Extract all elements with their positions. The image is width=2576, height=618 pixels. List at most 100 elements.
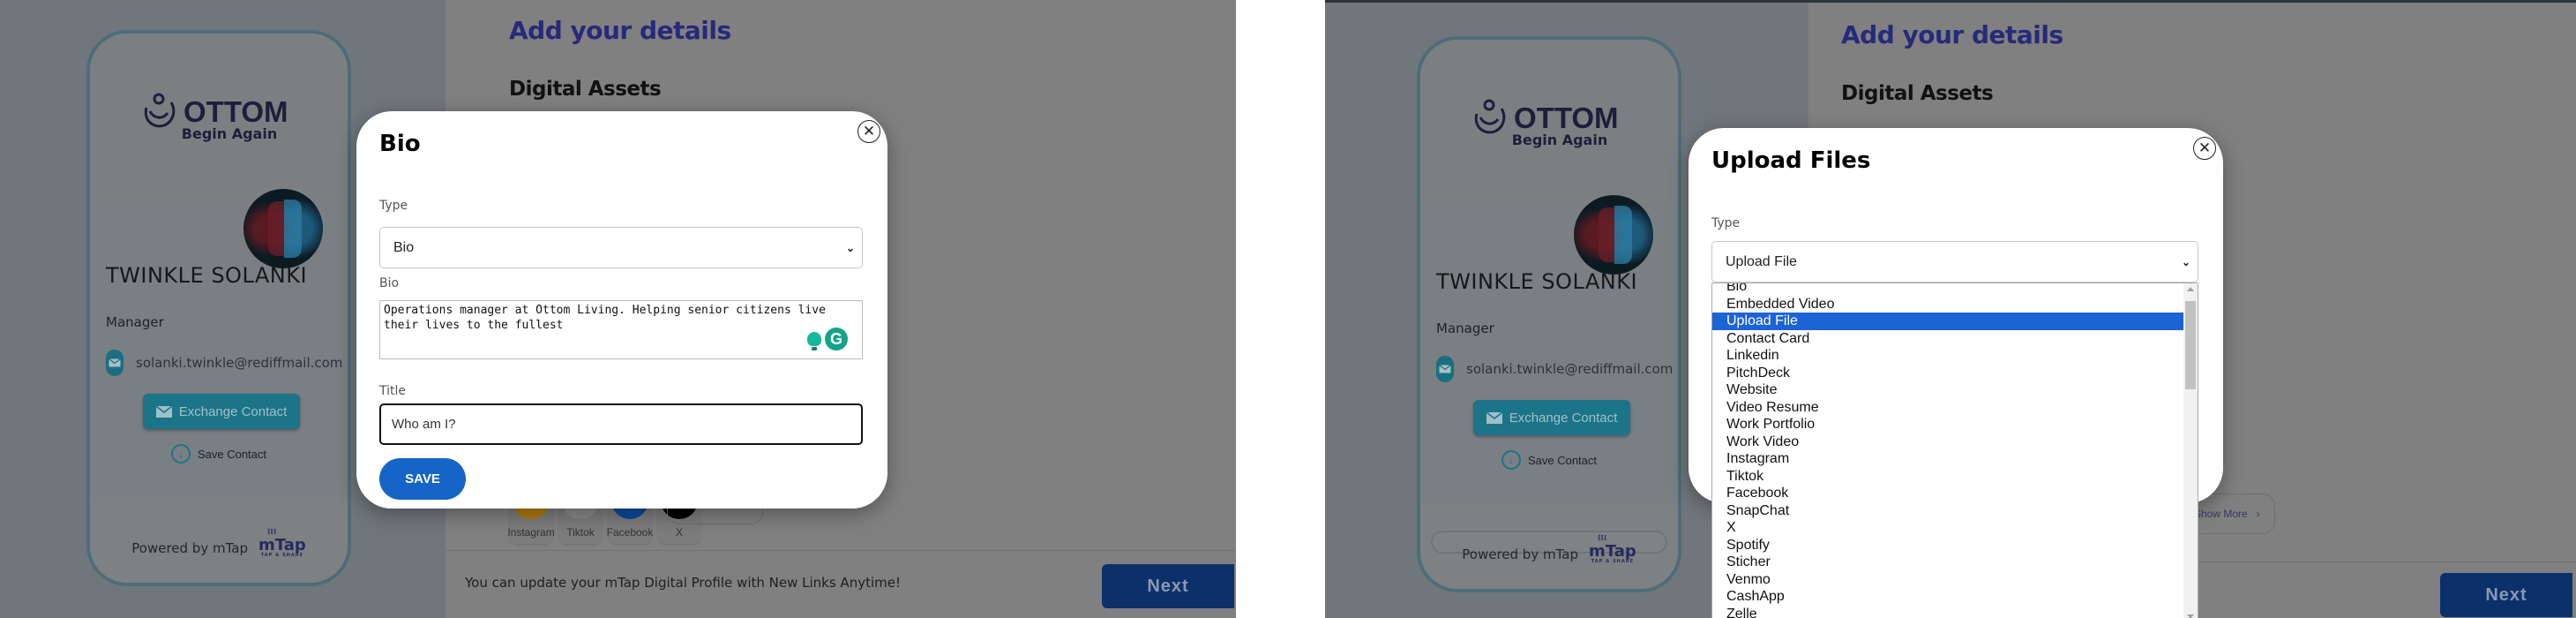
mtap-tagline: TAP & SHARE bbox=[1591, 559, 1635, 564]
dropdown-option[interactable]: Tiktok bbox=[1712, 468, 2198, 486]
profile-email: solanki.twinkle@rediffmail.com bbox=[136, 355, 343, 371]
type-label: Type bbox=[379, 199, 408, 213]
save-contact-label: Save Contact bbox=[1527, 453, 1598, 467]
scroll-up-arrow-icon[interactable] bbox=[2187, 287, 2194, 291]
chevron-down-icon: ⌄ bbox=[845, 241, 855, 254]
dropdown-option[interactable]: X bbox=[1712, 519, 2198, 537]
exchange-contact-button[interactable]: Exchange Contact bbox=[1473, 400, 1630, 435]
exchange-contact-button[interactable]: Exchange Contact bbox=[143, 394, 300, 429]
mtap-tagline: TAP & SHARE bbox=[260, 553, 304, 558]
mtap-logo-text: mTap bbox=[258, 536, 306, 554]
bio-modal: Bio ✕ Type Bio ⌄ Bio Operations manager … bbox=[356, 111, 887, 509]
chevron-down-icon: ⌄ bbox=[2181, 255, 2190, 268]
show-more-label: Show More bbox=[2194, 508, 2248, 520]
powered-by: Powered by mTap ⁝⁞⁝ mTap TAP & SHARE bbox=[1420, 535, 1678, 564]
logo-wordmark: OTTOM bbox=[183, 94, 288, 128]
right-screen: OTTOM Begin Again TWINKLE SOLANKI Manage… bbox=[1325, 0, 2576, 618]
logo-tagline: Begin Again bbox=[181, 125, 278, 142]
dropdown-option[interactable]: Bio bbox=[1712, 283, 2198, 296]
asset-label: X bbox=[675, 526, 683, 539]
logo-tagline: Begin Again bbox=[1511, 132, 1608, 148]
dropdown-option[interactable]: Instagram bbox=[1712, 450, 2198, 468]
save-button[interactable]: SAVE bbox=[379, 458, 466, 500]
footer-note: You can update your mTap Digital Profile… bbox=[465, 575, 901, 591]
next-button[interactable]: Next bbox=[2440, 573, 2572, 617]
profile-role: Manager bbox=[1436, 320, 1494, 336]
close-icon[interactable]: ✕ bbox=[2193, 137, 2216, 160]
dropdown-option[interactable]: CashApp bbox=[1712, 588, 2198, 606]
type-label: Type bbox=[1711, 216, 1741, 230]
mtap-logo: ⁝⁞⁝ mTap TAP & SHARE bbox=[258, 528, 306, 558]
dropdown-option[interactable]: Venmo bbox=[1712, 571, 2198, 589]
type-select-value: Bio bbox=[393, 239, 415, 255]
save-contact-link[interactable]: ↓ Save Contact bbox=[1420, 450, 1678, 470]
email-row[interactable]: solanki.twinkle@rediffmail.com bbox=[1436, 356, 1673, 382]
save-contact-link[interactable]: ↓ Save Contact bbox=[90, 444, 348, 464]
modal-title: Upload Files bbox=[1711, 147, 1871, 174]
panel-gap bbox=[1236, 0, 1325, 618]
grammarly-icon: G bbox=[825, 328, 848, 350]
type-select[interactable]: Upload File ⌄ bbox=[1711, 241, 2198, 283]
close-icon[interactable]: ✕ bbox=[857, 120, 880, 143]
dropdown-option[interactable]: Website bbox=[1712, 381, 2198, 399]
dropdown-option[interactable]: Facebook bbox=[1712, 485, 2198, 502]
asset-label: Facebook bbox=[606, 526, 654, 539]
section-title: Digital Assets bbox=[509, 78, 662, 101]
profile-name: TWINKLE SOLANKI bbox=[106, 263, 308, 288]
dropdown-option[interactable]: Embedded Video bbox=[1712, 296, 2198, 313]
dropdown-option[interactable]: Zelle bbox=[1712, 606, 2198, 618]
asset-label: Instagram bbox=[507, 526, 555, 539]
envelope-icon bbox=[155, 405, 172, 418]
dropdown-option[interactable]: SnapChat bbox=[1712, 502, 2198, 520]
asset-label: Tiktok bbox=[566, 526, 595, 539]
type-dropdown-list[interactable]: Bio Embedded Video Upload File Contact Card… bbox=[1711, 283, 2198, 618]
dropdown-option[interactable]: Work Video bbox=[1712, 433, 2198, 451]
dropdown-option[interactable]: Sticher bbox=[1712, 554, 2198, 571]
dropdown-scrollbar[interactable] bbox=[2183, 283, 2198, 618]
logo-wordmark: OTTOM bbox=[1514, 101, 1619, 134]
title-label: Title bbox=[379, 384, 407, 398]
next-button[interactable]: Next bbox=[1102, 564, 1234, 608]
footer-divider bbox=[446, 550, 1236, 551]
grammarly-widget[interactable]: G bbox=[807, 328, 848, 350]
phone-preview: OTTOM Begin Again TWINKLE SOLANKI Manage… bbox=[1417, 36, 1681, 592]
profile-avatar bbox=[243, 189, 323, 268]
profile-email: solanki.twinkle@rediffmail.com bbox=[1466, 361, 1674, 377]
mail-icon bbox=[106, 350, 124, 376]
dropdown-option[interactable]: Upload File bbox=[1712, 313, 2198, 330]
email-row[interactable]: solanki.twinkle@rediffmail.com bbox=[106, 350, 342, 376]
powered-by: Powered by mTap ⁝⁞⁝ mTap TAP & SHARE bbox=[90, 528, 348, 558]
section-title: Digital Assets bbox=[1841, 82, 1994, 105]
left-screen: OTTOM Begin Again TWINKLE SOLANKI Manage… bbox=[0, 0, 1236, 618]
dropdown-option[interactable]: Work Portfolio bbox=[1712, 416, 2198, 433]
modal-title: Bio bbox=[379, 131, 421, 157]
screenshot-root: OTTOM Begin Again TWINKLE SOLANKI Manage… bbox=[0, 0, 2576, 618]
profile-avatar bbox=[1574, 195, 1653, 275]
download-icon: ↓ bbox=[170, 444, 191, 464]
title-input[interactable]: Who am I? bbox=[379, 403, 863, 445]
mtap-logo-text: mTap bbox=[1588, 542, 1636, 561]
dropdown-option[interactable]: Spotify bbox=[1712, 537, 2198, 554]
download-icon: ↓ bbox=[1501, 450, 1521, 470]
lightbulb-icon bbox=[807, 332, 821, 350]
dropdown-options: Bio Embedded Video Upload File Contact Card… bbox=[1712, 283, 2198, 618]
envelope-icon bbox=[1486, 411, 1502, 424]
dropdown-option[interactable]: Contact Card bbox=[1712, 330, 2198, 348]
bio-textarea[interactable]: Operations manager at Ottom Living. Help… bbox=[379, 300, 863, 359]
dropdown-option[interactable]: Linkedin bbox=[1712, 347, 2198, 365]
scrollbar-thumb[interactable] bbox=[2185, 301, 2196, 389]
scroll-down-arrow-icon[interactable] bbox=[2187, 614, 2194, 618]
exchange-contact-label: Exchange Contact bbox=[1509, 410, 1618, 426]
page-title: Add your details bbox=[509, 16, 731, 45]
powered-by-text: Powered by mTap bbox=[1462, 546, 1578, 562]
mail-icon bbox=[1436, 356, 1454, 382]
dropdown-option[interactable]: PitchDeck bbox=[1712, 365, 2198, 382]
profile-role: Manager bbox=[106, 314, 164, 330]
page-title: Add your details bbox=[1841, 20, 2063, 49]
save-contact-label: Save Contact bbox=[197, 447, 267, 461]
bio-label: Bio bbox=[379, 276, 400, 290]
type-select[interactable]: Bio ⌄ bbox=[379, 227, 863, 268]
dropdown-option[interactable]: Video Resume bbox=[1712, 399, 2198, 417]
exchange-contact-label: Exchange Contact bbox=[178, 403, 288, 419]
profile-name: TWINKLE SOLANKI bbox=[1436, 269, 1638, 294]
